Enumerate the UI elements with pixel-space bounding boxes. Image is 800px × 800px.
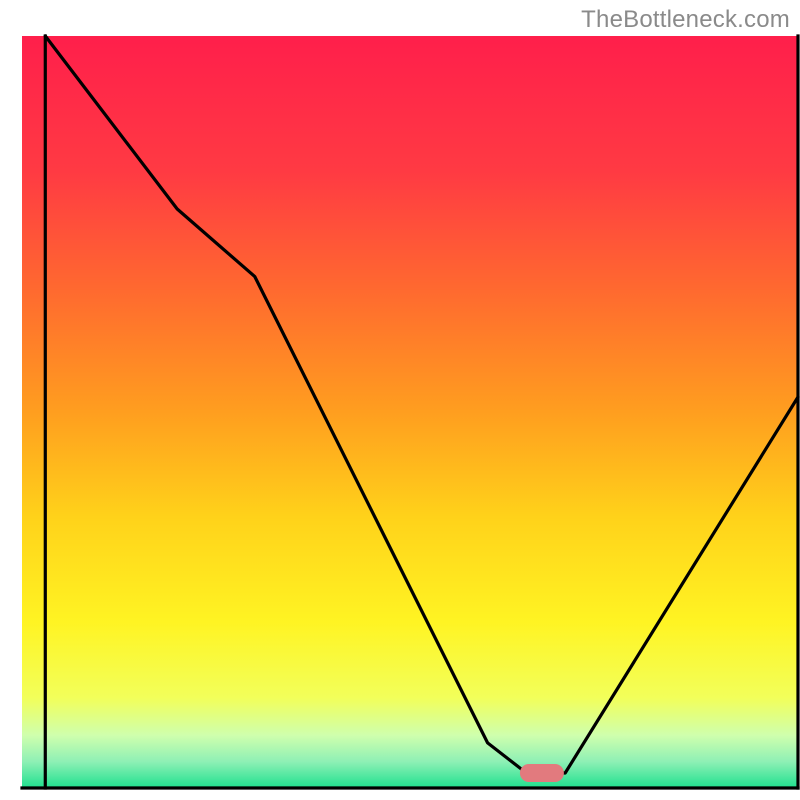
watermark-label: TheBottleneck.com <box>581 6 790 34</box>
optimal-point-marker <box>520 764 564 782</box>
chart-container: TheBottleneck.com <box>0 0 800 800</box>
plot-background <box>22 36 798 788</box>
gradient-plot <box>0 0 800 800</box>
